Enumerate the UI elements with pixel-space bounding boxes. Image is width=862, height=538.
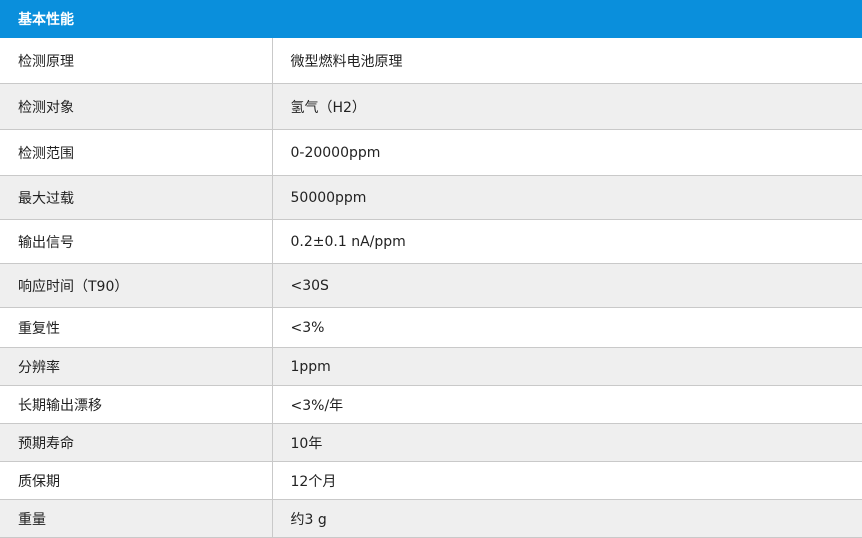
table-row: 质保期 12个月 bbox=[0, 461, 862, 500]
table-row: 输出信号 0.2±0.1 nA/ppm bbox=[0, 219, 862, 264]
table-row: 检测对象 氢气（H2） bbox=[0, 83, 862, 130]
table-row: 预期寿命 10年 bbox=[0, 423, 862, 462]
table-header-row: 基本性能 bbox=[0, 0, 862, 38]
table-row: 响应时间（T90） <30S bbox=[0, 263, 862, 308]
table-row: 最大过载 50000ppm bbox=[0, 175, 862, 220]
spec-label: 检测原理 bbox=[0, 38, 272, 84]
spec-table: 基本性能 检测原理 微型燃料电池原理 检测对象 氢气（H2） 检测范围 0-20… bbox=[0, 0, 862, 538]
section-title: 基本性能 bbox=[0, 0, 862, 38]
table-row: 检测范围 0-20000ppm bbox=[0, 129, 862, 176]
spec-value: <3% bbox=[271, 307, 862, 348]
spec-label: 检测对象 bbox=[0, 83, 272, 130]
spec-label: 分辨率 bbox=[0, 347, 272, 386]
spec-label: 检测范围 bbox=[0, 129, 272, 176]
spec-label: 质保期 bbox=[0, 461, 272, 500]
spec-label: 重量 bbox=[0, 499, 272, 538]
table-row: 重量 约3 g bbox=[0, 499, 862, 538]
spec-label: 重复性 bbox=[0, 307, 272, 348]
spec-value: <30S bbox=[271, 263, 862, 308]
spec-label: 最大过载 bbox=[0, 175, 272, 220]
spec-value: 微型燃料电池原理 bbox=[271, 38, 862, 84]
spec-value: 氢气（H2） bbox=[271, 83, 862, 130]
spec-value: 10年 bbox=[271, 423, 862, 462]
table-row: 重复性 <3% bbox=[0, 307, 862, 348]
spec-label: 输出信号 bbox=[0, 219, 272, 264]
spec-label: 长期输出漂移 bbox=[0, 385, 272, 424]
table-row: 检测原理 微型燃料电池原理 bbox=[0, 38, 862, 84]
spec-label: 响应时间（T90） bbox=[0, 263, 272, 308]
spec-value: 0.2±0.1 nA/ppm bbox=[271, 219, 862, 264]
spec-value: 50000ppm bbox=[271, 175, 862, 220]
spec-value: 约3 g bbox=[271, 499, 862, 538]
spec-label: 预期寿命 bbox=[0, 423, 272, 462]
table-row: 分辨率 1ppm bbox=[0, 347, 862, 386]
spec-value: 0-20000ppm bbox=[271, 129, 862, 176]
spec-value: 12个月 bbox=[271, 461, 862, 500]
table-row: 长期输出漂移 <3%/年 bbox=[0, 385, 862, 424]
spec-value: <3%/年 bbox=[271, 385, 862, 424]
spec-value: 1ppm bbox=[271, 347, 862, 386]
